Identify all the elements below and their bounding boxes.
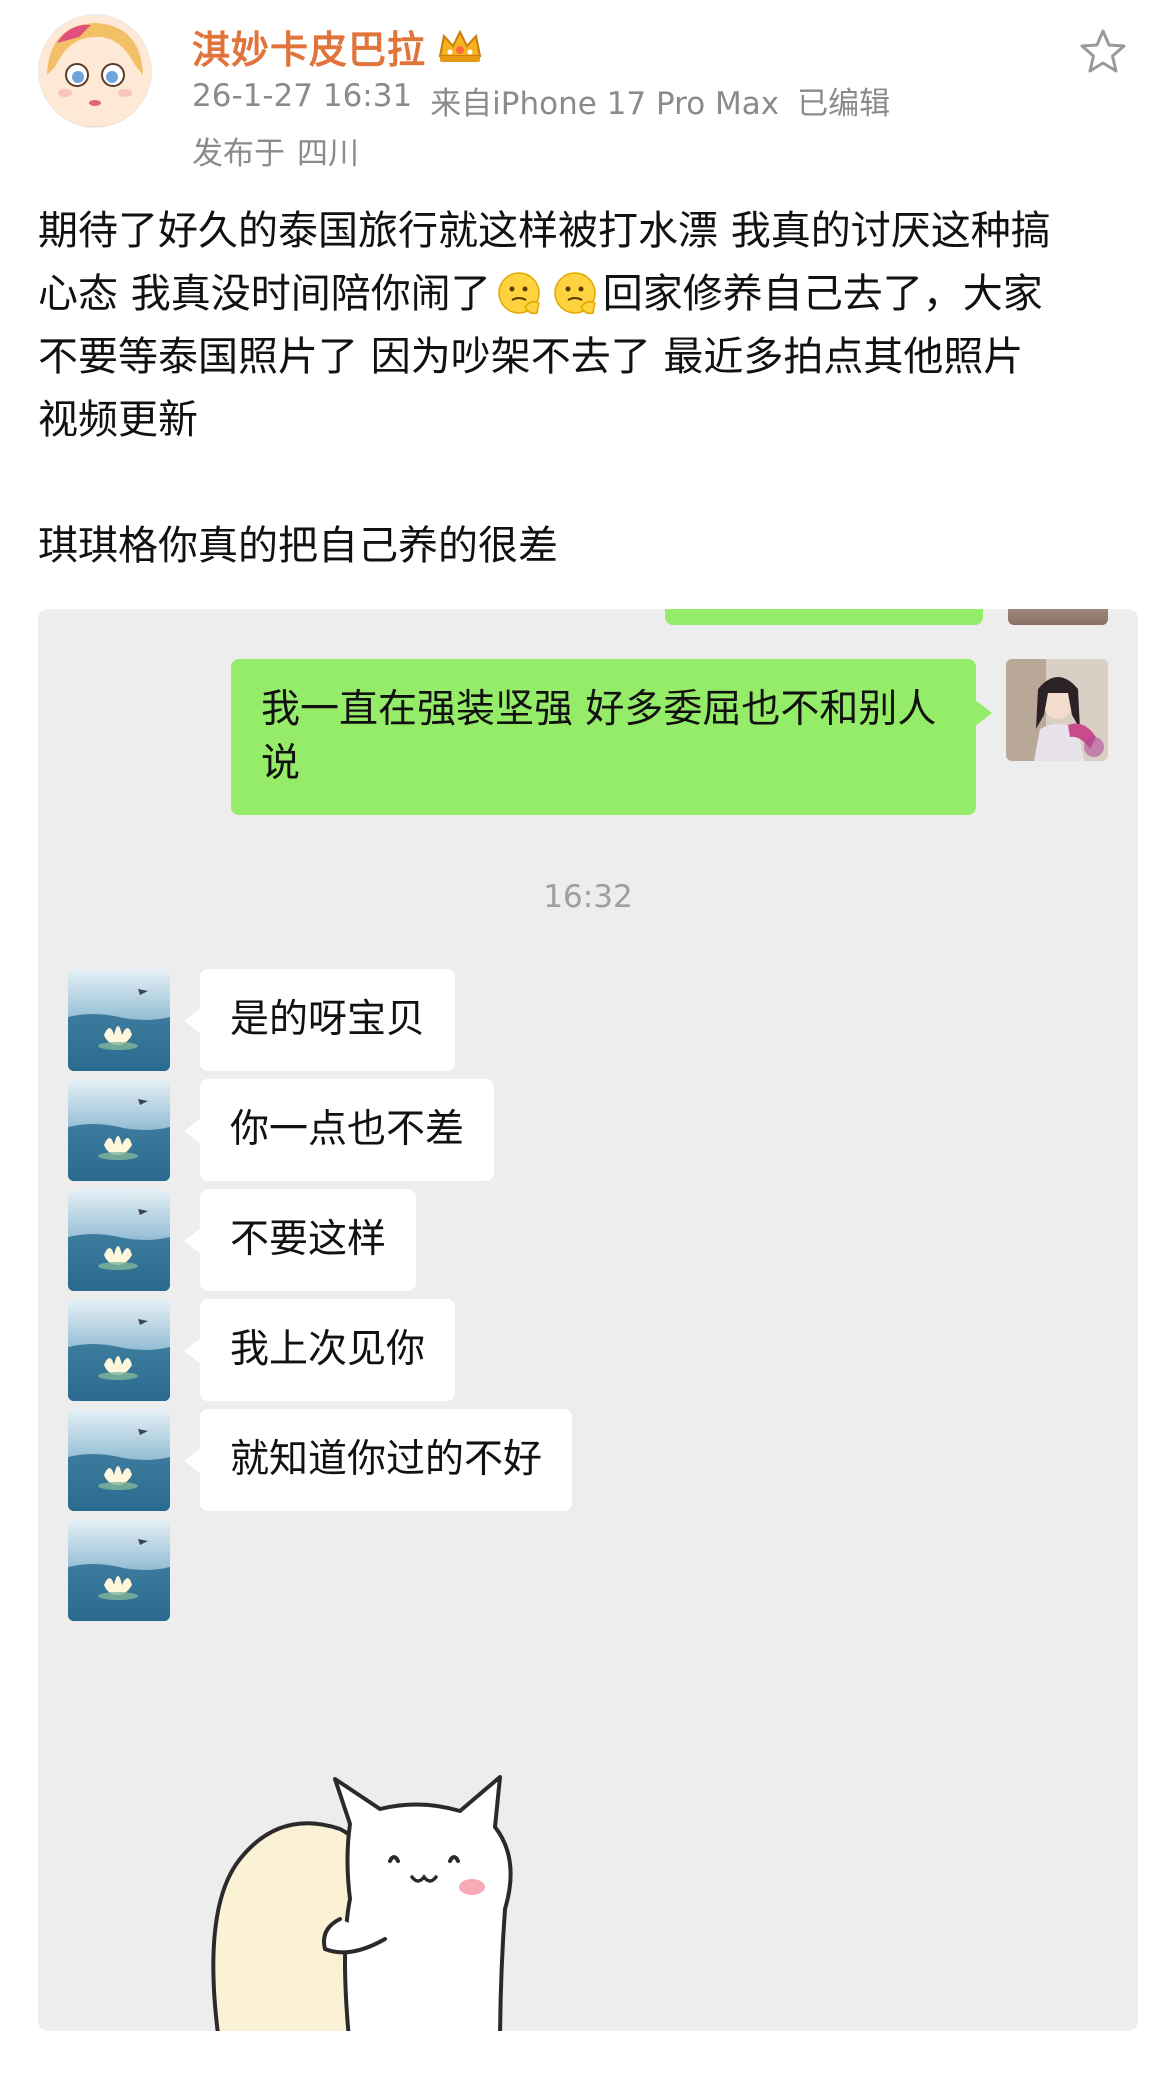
received-message-bubble[interactable]: 我上次见你 <box>183 1299 456 1401</box>
post-text: 期待了好久的泰国旅行就这样被打水漂 我真的讨厌这种搞 心态 我真没时间陪你闹了 回… <box>38 200 1128 578</box>
post-text-line: 琪琪格你真的把自己养的很差 <box>38 523 558 569</box>
bottom-bar <box>0 2045 1163 2077</box>
location-value: 四川 <box>297 136 359 172</box>
post-meta: 26-1-27 16:31 来自iPhone 17 Pro Max 已编辑 <box>192 78 890 123</box>
chat-time-divider: 16:32 <box>543 879 633 915</box>
contact-avatar[interactable] <box>68 1079 170 1181</box>
location-label: 发布于 <box>192 136 285 172</box>
salute-face-emoji-icon <box>553 272 596 315</box>
sent-message-bubble[interactable]: 我一直在强装坚强 好多委屈也不和别人说 <box>231 659 992 815</box>
hug-sticker[interactable] <box>200 1749 570 2031</box>
contact-avatar[interactable] <box>68 969 170 1071</box>
lotus-sea-avatar-icon <box>68 1299 170 1401</box>
post-text-line: 期待了好久的泰国旅行就这样被打水漂 我真的讨厌这种搞 <box>38 208 1051 254</box>
received-message-bubble[interactable]: 你一点也不差 <box>183 1079 495 1181</box>
post-text-segment: 心态 我真没时间陪你闹了 <box>38 271 491 317</box>
chat-screenshot: 我一直在强装坚强 好多委屈也不和别人说 16:32 是的呀宝贝 你一点也不差 不… <box>38 609 1138 2031</box>
post-text-segment: 回家修养自己去了，大家 <box>602 271 1043 317</box>
post-source: 来自iPhone 17 Pro Max <box>430 86 780 122</box>
received-message-bubble[interactable]: 不要这样 <box>183 1189 417 1291</box>
received-message-bubble[interactable]: 就知道你过的不好 <box>183 1409 573 1511</box>
post-text-line: 不要等泰国照片了 因为吵架不去了 最近多拍点其他照片 <box>38 334 1024 380</box>
user-avatar[interactable] <box>38 14 152 128</box>
post-header: 淇妙卡皮巴拉 26-1-27 16:31 来自iPhone 17 Pro Max… <box>0 0 1163 180</box>
post-text-line: 视频更新 <box>38 397 198 443</box>
received-message-bubble[interactable]: 是的呀宝贝 <box>183 969 456 1071</box>
post-text-line: 心态 我真没时间陪你闹了 回家修养自己去了，大家 <box>38 263 1128 326</box>
salute-face-emoji-icon <box>497 272 540 315</box>
cropped-message-bubble <box>665 609 983 625</box>
cropped-avatar <box>1008 609 1108 625</box>
crown-badge-icon[interactable] <box>436 26 484 66</box>
edited-label[interactable]: 已编辑 <box>797 78 890 123</box>
username[interactable]: 淇妙卡皮巴拉 <box>192 19 426 74</box>
post-timestamp: 26-1-27 16:31 <box>192 78 413 114</box>
girl-photo-avatar-icon <box>1006 659 1108 761</box>
star-outline-icon[interactable] <box>1077 26 1129 78</box>
post-location: 发布于 四川 <box>192 128 359 173</box>
contact-avatar[interactable] <box>68 1299 170 1401</box>
lotus-sea-avatar-icon <box>68 1079 170 1181</box>
lotus-sea-avatar-icon <box>68 1189 170 1291</box>
anime-girl-avatar-icon <box>39 15 151 127</box>
sender-avatar[interactable] <box>1006 659 1108 761</box>
lotus-sea-avatar-icon <box>68 1409 170 1511</box>
username-row: 淇妙卡皮巴拉 <box>192 18 484 74</box>
hug-sticker-icon <box>211 1775 513 2031</box>
contact-avatar[interactable] <box>68 1189 170 1291</box>
lotus-sea-avatar-icon <box>68 1519 170 1621</box>
contact-avatar[interactable] <box>68 1409 170 1511</box>
lotus-sea-avatar-icon <box>68 969 170 1071</box>
contact-avatar[interactable] <box>68 1519 170 1621</box>
